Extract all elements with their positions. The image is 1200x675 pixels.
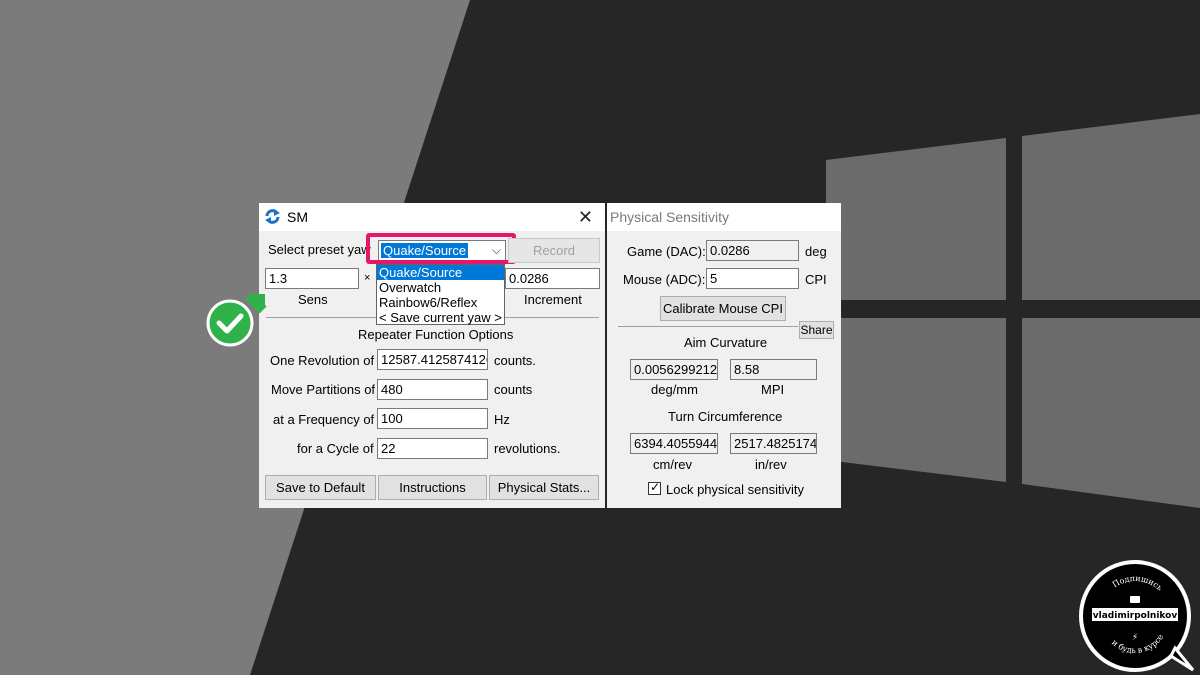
window-title: SM bbox=[287, 209, 308, 225]
turn-cmrev-field: 6394.4055944 bbox=[630, 433, 718, 454]
mouse-adc-label: Mouse (ADC): bbox=[623, 272, 706, 287]
game-dac-unit: deg bbox=[805, 244, 827, 259]
preset-label: Select preset yaw bbox=[268, 242, 371, 257]
watermark-name: vladimirpolnikov bbox=[1093, 611, 1178, 621]
preset-option[interactable]: < Save current yaw > bbox=[377, 310, 504, 325]
windows-logo-icon bbox=[826, 114, 1200, 508]
cycle-input[interactable]: 22 bbox=[377, 438, 488, 459]
aim-mpi-field: 8.58 bbox=[730, 359, 817, 380]
mouse-adc-input[interactable]: 5 bbox=[706, 268, 799, 289]
increment-input[interactable]: 0.0286 bbox=[505, 268, 600, 289]
preset-option[interactable]: Rainbow6/Reflex bbox=[377, 295, 504, 310]
revolution-label: One Revolution of bbox=[270, 353, 375, 368]
sens-label: Sens bbox=[298, 292, 328, 307]
partitions-input[interactable]: 480 bbox=[377, 379, 488, 400]
turn-inrev-unit: in/rev bbox=[755, 457, 787, 472]
increment-label: Increment bbox=[524, 292, 582, 307]
divider bbox=[618, 326, 798, 327]
cycle-unit: revolutions. bbox=[494, 441, 561, 456]
repeater-heading: Repeater Function Options bbox=[358, 327, 514, 342]
mouse-adc-unit: CPI bbox=[805, 272, 827, 287]
revolution-unit: counts. bbox=[494, 353, 536, 368]
frequency-label: at a Frequency of bbox=[273, 412, 375, 427]
frequency-unit: Hz bbox=[494, 412, 510, 427]
lock-sensitivity-label: Lock physical sensitivity bbox=[666, 482, 804, 497]
checkmark-icon: ✓ bbox=[650, 480, 661, 494]
phys-window-title: Physical Sensitivity bbox=[610, 209, 730, 225]
watermark-logo: Подпишись и будь в курсе vladimirpolniko… bbox=[1079, 560, 1195, 672]
preset-dropdown-list[interactable]: Quake/Source Overwatch Rainbow6/Reflex <… bbox=[376, 264, 505, 325]
game-dac-label: Game (DAC): bbox=[627, 244, 706, 259]
preset-option[interactable]: Overwatch bbox=[377, 280, 504, 295]
aim-degmm-unit: deg/mm bbox=[651, 382, 698, 397]
frequency-input[interactable]: 100 bbox=[377, 408, 488, 429]
preset-option[interactable]: Quake/Source bbox=[377, 265, 504, 280]
check-badge-icon bbox=[206, 292, 267, 347]
cycle-label: for a Cycle of bbox=[297, 441, 374, 456]
calibrate-cpi-button[interactable]: Calibrate Mouse CPI bbox=[660, 296, 786, 321]
lock-sensitivity-checkbox[interactable]: ✓ bbox=[648, 480, 661, 495]
svg-text:⚡: ⚡ bbox=[1132, 632, 1138, 642]
partitions-unit: counts bbox=[494, 382, 533, 397]
phys-titlebar: Physical Sensitivity bbox=[607, 203, 841, 231]
partitions-label: Move Partitions of bbox=[271, 382, 376, 397]
instructions-button[interactable]: Instructions bbox=[378, 475, 487, 500]
physical-stats-button[interactable]: Physical Stats... bbox=[489, 475, 599, 500]
turn-circumference-heading: Turn Circumference bbox=[668, 409, 783, 424]
turn-cmrev-unit: cm/rev bbox=[653, 457, 692, 472]
multiply-sign: × bbox=[364, 272, 371, 284]
game-dac-field: 0.0286 bbox=[706, 240, 799, 261]
close-icon[interactable]: ✕ bbox=[578, 207, 593, 228]
revolution-input[interactable]: 12587.4125874126 bbox=[377, 349, 488, 370]
aim-degmm-field: 0.0056299212 bbox=[630, 359, 718, 380]
turn-inrev-field: 2517.4825174 bbox=[730, 433, 817, 454]
aim-curvature-heading: Aim Curvature bbox=[684, 335, 768, 350]
share-button[interactable]: Share bbox=[799, 321, 834, 339]
aim-mpi-unit: MPI bbox=[761, 382, 785, 397]
record-button[interactable]: Record bbox=[508, 238, 600, 263]
save-default-button[interactable]: Save to Default bbox=[265, 475, 376, 500]
refresh-icon bbox=[265, 209, 280, 224]
preset-highlight-frame bbox=[366, 233, 516, 264]
sens-input[interactable]: 1.3 bbox=[265, 268, 359, 289]
sm-titlebar: SM ✕ bbox=[259, 203, 605, 231]
